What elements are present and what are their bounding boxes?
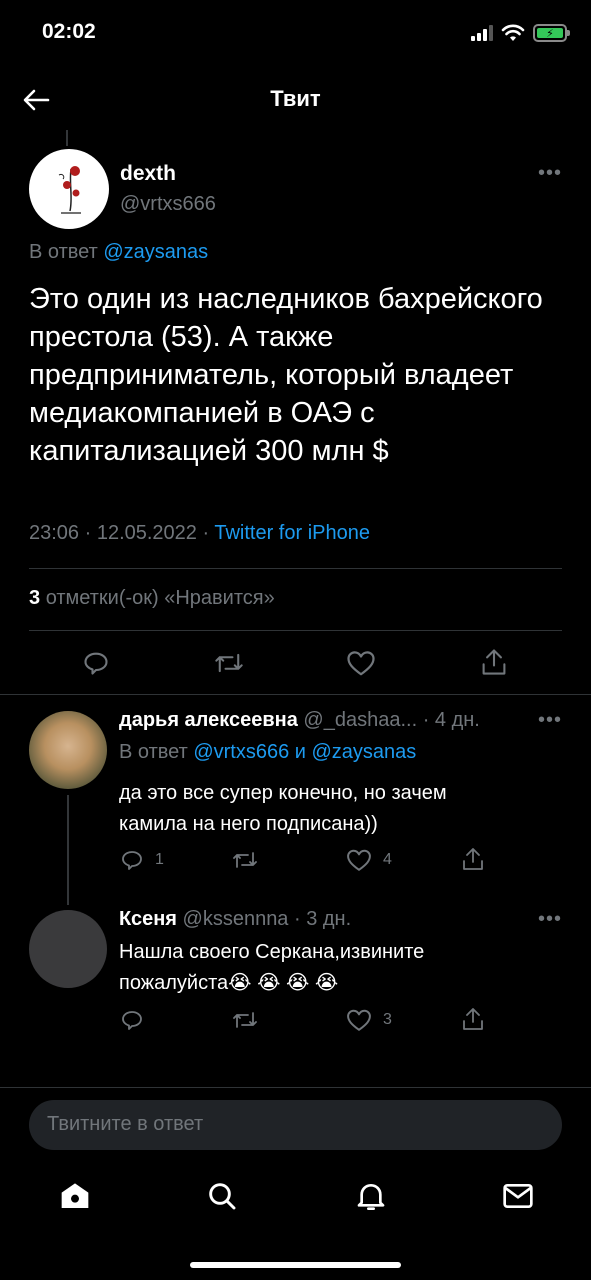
- reply-text-line-2: пожалуйста😭 😭 😭 😭: [119, 968, 424, 999]
- reply-text: да это все супер конечно, но зачем камил…: [119, 778, 447, 840]
- reply-icon: [122, 851, 142, 870]
- reply-to-link[interactable]: @zaysanas: [103, 241, 208, 263]
- crying-emoji: 😭 😭 😭 😭: [228, 972, 339, 994]
- retweet-icon: [233, 1012, 257, 1028]
- like-button[interactable]: 4: [345, 848, 392, 872]
- retweet-icon[interactable]: [214, 649, 244, 677]
- more-options-icon[interactable]: •••: [538, 709, 562, 732]
- status-time: 02:02: [42, 20, 96, 43]
- reply-text-line: да это все супер конечно, но зачем: [119, 782, 447, 804]
- avatar[interactable]: [29, 910, 107, 988]
- divider: [0, 694, 591, 695]
- reply-to-link[interactable]: @vrtxs666 и @zaysanas: [193, 741, 416, 763]
- reply-text-line: Нашла своего Серкана,извините: [119, 941, 425, 963]
- share-icon[interactable]: [460, 846, 486, 872]
- page-title: Твит: [270, 86, 321, 111]
- reply-button[interactable]: [119, 1008, 155, 1032]
- likes-summary[interactable]: 3 отметки(-ок) «Нравится»: [29, 587, 275, 610]
- reply-header: дарья алексеевна @_dashaa... · 4 дн.: [119, 709, 480, 732]
- reply-text-line: пожалуйста: [119, 972, 229, 994]
- heart-icon[interactable]: [346, 649, 376, 677]
- heart-icon: [347, 1009, 371, 1031]
- like-count: 3: [383, 1011, 392, 1028]
- rose-avatar-image: [58, 166, 81, 214]
- cellular-signal-icon: [471, 25, 493, 41]
- reply-count: 1: [155, 851, 164, 868]
- home-indicator: [190, 1262, 401, 1268]
- thread-line: [66, 130, 68, 146]
- wifi-icon: [501, 24, 525, 41]
- divider: [29, 568, 562, 569]
- reply-author-name[interactable]: Ксеня: [119, 908, 177, 930]
- battery-icon: ⚡: [533, 24, 570, 42]
- retweet-button[interactable]: [231, 848, 269, 872]
- divider: [0, 1087, 591, 1088]
- reply-button[interactable]: 1: [119, 848, 164, 872]
- reply-header: Ксеня @kssennna · 3 дн.: [119, 908, 351, 931]
- reply-context: В ответ @vrtxs666 и @zaysanas: [119, 741, 416, 764]
- reply-handle-time[interactable]: @kssennna · 3 дн.: [183, 908, 352, 930]
- avatar[interactable]: [29, 149, 109, 229]
- share-icon[interactable]: [480, 647, 508, 677]
- retweet-button[interactable]: [231, 1008, 269, 1032]
- reply-prefix: В ответ: [29, 241, 98, 263]
- heart-icon: [347, 849, 371, 871]
- bell-icon[interactable]: [355, 1180, 387, 1212]
- share-icon[interactable]: [460, 1006, 486, 1032]
- tweet-meta: 23:06 · 12.05.2022 · Twitter for iPhone: [29, 522, 370, 545]
- author-handle[interactable]: @vrtxs666: [120, 193, 216, 216]
- avatar[interactable]: [29, 711, 107, 789]
- divider: [29, 630, 562, 631]
- reply-author-name[interactable]: дарья алексеевна: [119, 709, 298, 731]
- author-name[interactable]: dexth: [120, 162, 176, 186]
- likes-count: 3: [29, 587, 41, 609]
- mail-icon[interactable]: [502, 1181, 534, 1211]
- reply-text: Нашла своего Серкана,извините пожалуйста…: [119, 937, 424, 999]
- more-options-icon[interactable]: •••: [538, 908, 562, 931]
- retweet-icon: [233, 852, 257, 868]
- home-icon[interactable]: [59, 1180, 91, 1212]
- tweet-timestamp: 23:06 · 12.05.2022 ·: [29, 522, 210, 544]
- reply-icon: [122, 1011, 142, 1030]
- reply-prefix: В ответ: [119, 741, 188, 763]
- more-options-icon[interactable]: •••: [538, 162, 562, 185]
- status-icons: ⚡: [471, 24, 570, 42]
- likes-label: отметки(-ок) «Нравится»: [45, 587, 275, 609]
- reply-handle-time[interactable]: @_dashaa... · 4 дн.: [303, 709, 479, 731]
- like-count: 4: [383, 851, 392, 868]
- search-icon[interactable]: [206, 1180, 238, 1212]
- tweet-text: Это один из наследников бахрейского прес…: [29, 283, 543, 467]
- reply-icon[interactable]: [82, 649, 110, 677]
- reply-compose-input[interactable]: Твитните в ответ: [29, 1100, 562, 1150]
- like-button[interactable]: 3: [345, 1008, 392, 1032]
- reply-context: В ответ @zaysanas: [29, 241, 208, 264]
- reply-text-line: камила на него подписана)): [119, 813, 378, 835]
- tweet-source-link[interactable]: Twitter for iPhone: [214, 522, 370, 544]
- thread-line: [67, 795, 69, 905]
